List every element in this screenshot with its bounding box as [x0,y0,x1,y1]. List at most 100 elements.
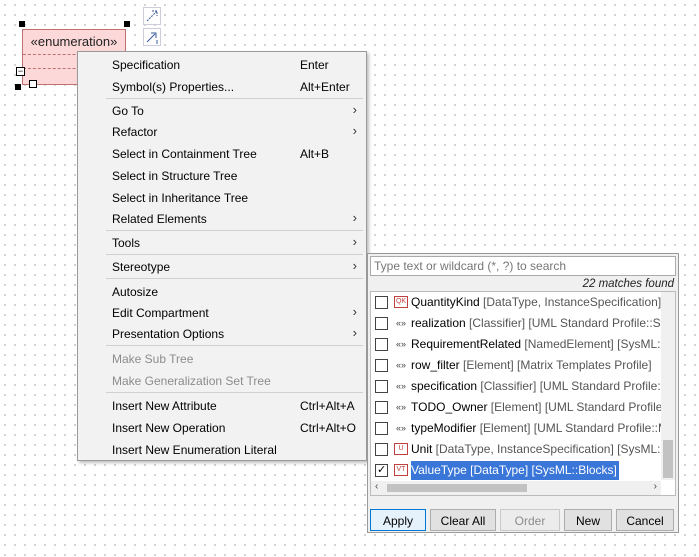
clear-all-button[interactable]: Clear All [430,509,496,531]
list-item-text: Unit [DataType, InstanceSpecification] [… [411,440,675,459]
menu-item-shortcut: Enter [300,58,329,72]
menu-item-label: Go To [112,104,144,118]
resize-handle-bottom-left[interactable] [15,84,21,90]
menu-item-shortcut: Ctrl+Alt+A [300,399,355,413]
vertical-scrollbar[interactable] [661,292,675,480]
stereotype-icon: «» [395,360,406,370]
expand-corner-icon[interactable] [29,80,37,88]
menu-item-label: Autosize [112,285,159,299]
stereotype-checkbox[interactable] [375,359,388,372]
list-item[interactable]: «» TODO_Owner [Element] [UML Standard Pr… [371,397,675,418]
stereotype-checkbox[interactable] [375,380,388,393]
collapse-toggle[interactable]: − [16,67,25,76]
menu-item-specification[interactable]: Specification Enter [79,54,365,75]
stereotype-checkbox[interactable] [375,338,388,351]
stereotype-meta: [DataType, InstanceSpecification] [SysML… [483,295,675,309]
stereotype-meta: [DataType] [SysML::Blocks] [466,463,617,477]
menu-item-label: Presentation Options [112,327,225,341]
context-menu: Specification Enter Symbol(s) Properties… [77,51,367,461]
stereotype-meta: [Element] [UML Standard Profile::MagicDr… [479,421,675,435]
menu-item-shortcut: Ctrl+Alt+O [300,421,357,435]
stereotype-meta: [Element] [UML Standard Profile::MagicDr… [490,400,675,414]
menu-item-edit-compartment[interactable]: Edit Compartment › [79,302,365,323]
scroll-thumb[interactable] [663,440,673,478]
menu-item-label: Select in Structure Tree [112,169,238,183]
menu-item-autosize[interactable]: Autosize [79,281,365,302]
list-item[interactable]: QK QuantityKind [DataType, InstanceSpeci… [371,292,675,313]
stereotype-checkbox[interactable] [375,422,388,435]
new-button[interactable]: New [564,509,612,531]
list-item[interactable]: «» RequirementRelated [NamedElement] [Sy… [371,334,675,355]
list-item-text: RequirementRelated [NamedElement] [SysML… [411,335,675,354]
menu-item-refactor[interactable]: Refactor › [79,121,365,142]
menu-item-insert-operation[interactable]: Insert New Operation Ctrl+Alt+O [79,417,365,438]
order-button: Order [500,509,560,531]
menu-item-label: Edit Compartment [112,306,209,320]
menu-item-label: Symbol(s) Properties... [112,80,235,94]
stereotype-icon: «» [395,381,406,391]
stereotype-checkbox[interactable] [375,296,388,309]
menu-item-related-elements[interactable]: Related Elements › [79,208,365,229]
stereotype-list[interactable]: QK QuantityKind [DataType, InstanceSpeci… [370,291,676,496]
scroll-left-icon[interactable]: ‹ [375,481,378,492]
menu-item-presentation-options[interactable]: Presentation Options › [79,323,365,344]
menu-item-select-inheritance-tree[interactable]: Select in Inheritance Tree [79,187,365,208]
list-item[interactable]: U Unit [DataType, InstanceSpecification]… [371,439,675,460]
dependency-smart-icon[interactable] [143,28,161,46]
menu-item-go-to[interactable]: Go To › [79,100,365,121]
popup-button-bar: Apply Clear All Order New Cancel [370,509,676,531]
match-count-label: 22 matches found [582,278,674,290]
datatype-icon: U [394,443,408,455]
stereotype-name: TODO_Owner [411,400,488,414]
stereotype-name: ValueType [411,463,467,477]
stereotype-checkbox[interactable] [375,463,388,477]
menu-separator [106,345,363,346]
submenu-arrow-icon: › [352,325,357,340]
stereotype-checkbox[interactable] [375,401,388,414]
stereotype-name: Unit [411,442,433,456]
cancel-button[interactable]: Cancel [616,509,674,531]
stereotype-name: realization [411,316,466,330]
menu-separator [106,278,363,279]
resize-handle-top-left[interactable] [19,21,25,27]
menu-item-label: Related Elements [112,212,207,226]
menu-item-symbol-properties[interactable]: Symbol(s) Properties... Alt+Enter [79,76,365,97]
menu-item-stereotype[interactable]: Stereotype › [79,256,365,277]
list-item-text: TODO_Owner [Element] [UML Standard Profi… [411,398,675,417]
resize-handle-top-right[interactable] [124,21,130,27]
horizontal-scrollbar[interactable]: ‹ › [371,481,661,495]
stereotype-checkbox[interactable] [375,443,388,456]
menu-item-select-containment-tree[interactable]: Select in Containment Tree Alt+B [79,143,365,164]
submenu-arrow-icon: › [352,234,357,249]
list-item[interactable]: «» realization [Classifier] [UML Standar… [371,313,675,334]
scroll-thumb[interactable] [387,484,527,492]
menu-item-select-structure-tree[interactable]: Select in Structure Tree [79,165,365,186]
apply-button[interactable]: Apply [370,509,426,531]
menu-item-tools[interactable]: Tools › [79,232,365,253]
stereotype-name: row_filter [411,358,460,372]
scroll-right-icon[interactable]: › [654,481,657,492]
submenu-arrow-icon: › [352,210,357,225]
menu-item-insert-enumeration-literal[interactable]: Insert New Enumeration Literal [79,439,365,460]
menu-item-make-sub-tree: Make Sub Tree [79,348,365,369]
submenu-arrow-icon: › [352,258,357,273]
list-item[interactable]: VT ValueType [DataType] [SysML::Blocks] [371,460,659,481]
menu-item-insert-attribute[interactable]: Insert New Attribute Ctrl+Alt+A [79,395,365,416]
stereotype-search-input[interactable] [370,256,676,276]
stereotype-popup: 22 matches found QK QuantityKind [DataTy… [367,253,679,533]
stereotype-meta: [Classifier] [UML Standard Profile::Stan… [480,379,675,393]
list-item-text: ValueType [DataType] [SysML::Blocks] [411,461,619,480]
menu-item-label: Select in Inheritance Tree [112,191,249,205]
enumeration-stereotype-label: «enumeration» [30,34,118,49]
stereotype-icon: «» [395,423,406,433]
list-item-text: realization [Classifier] [UML Standard P… [411,314,675,333]
list-item-text: row_filter [Element] [Matrix Templates P… [411,356,654,375]
stereotype-checkbox[interactable] [375,317,388,330]
menu-item-label: Insert New Operation [112,421,226,435]
list-item[interactable]: «» row_filter [Element] [Matrix Template… [371,355,659,376]
list-item[interactable]: «» typeModifier [Element] [UML Standard … [371,418,675,439]
list-item-text: specification [Classifier] [UML Standard… [411,377,675,396]
stereotype-icon: «» [395,318,406,328]
relationship-smart-icon[interactable] [143,7,161,25]
list-item[interactable]: «» specification [Classifier] [UML Stand… [371,376,675,397]
